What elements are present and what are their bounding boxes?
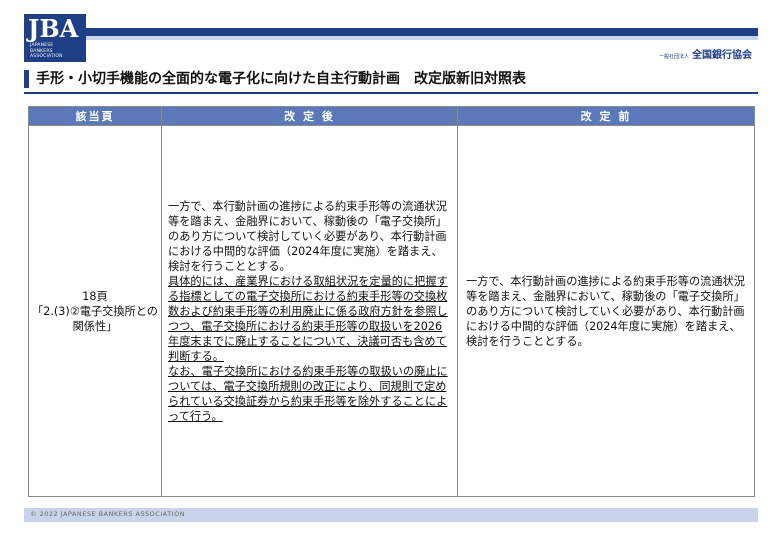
table-row: 18頁 「2.(3)②電子交換所との関係性」 一方で、本行動計画の進捗による約束… [28,125,755,497]
header-band-light [86,36,758,40]
header-band [86,28,758,36]
organization-label: 全国銀行協会 [692,50,752,61]
copyright: © 2022 JAPANESE BANKERS ASSOCIATION [30,510,186,518]
header-after: 改 定 後 [161,106,458,126]
table-header-row: 該当頁 改 定 後 改 定 前 [28,106,755,126]
organization-name: 一般社団法人 全国銀行協会 [659,46,752,61]
title-accent [24,70,29,88]
logo-sub-line: ASSOCIATION [30,54,63,59]
title-rule [24,92,758,94]
before-revision-cell: 一方で、本行動計画の進捗による約束手形等の流通状況等を踏まえ、金融界において、稼… [457,125,755,497]
section-reference: 「2.(3)②電子交換所との関係性」 [32,304,158,333]
logo-subtitle: JAPANESE BANKERS ASSOCIATION [30,43,63,60]
page-reference-cell: 18頁 「2.(3)②電子交換所との関係性」 [28,125,162,497]
jba-logo: JBA JAPANESE BANKERS ASSOCIATION [24,14,86,62]
logo-mark: JBA [28,14,79,43]
after-paragraph: 一方で、本行動計画の進捗による約束手形等の流通状況等を踏まえ、金融界において、稼… [168,199,447,273]
after-revision-cell: 一方で、本行動計画の進捗による約束手形等の流通状況等を踏まえ、金融界において、稼… [161,125,458,497]
comparison-table: 該当頁 改 定 後 改 定 前 18頁 「2.(3)②電子交換所との関係性」 一… [28,106,755,497]
page-number: 18頁 [82,289,108,303]
after-paragraph-added: なお、電子交換所における約束手形等の取扱いの廃止については、電子交換所規則の改正… [168,364,448,423]
page-title: 手形・小切手機能の全面的な電子化に向けた自主行動計画 改定版新旧対照表 [36,71,526,87]
after-paragraph-added: 具体的には、産業界における取組状況を定量的に把握する指標としての電子交換所におけ… [168,274,448,363]
header-before: 改 定 前 [457,106,755,126]
header-page: 該当頁 [28,106,162,126]
organization-prefix: 一般社団法人 [658,54,689,60]
before-paragraph: 一方で、本行動計画の進捗による約束手形等の流通状況等を踏まえ、金融界において、稼… [466,274,745,348]
